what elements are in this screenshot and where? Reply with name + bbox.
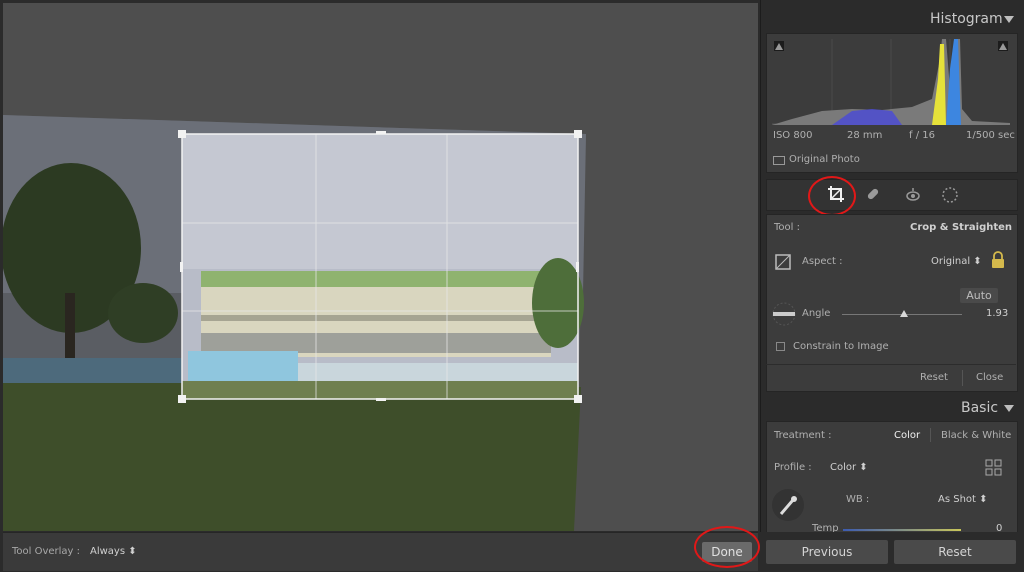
highlight-circle-crop [808, 176, 856, 216]
redeye-icon[interactable] [905, 186, 921, 202]
crop-divider [766, 364, 1016, 365]
image-canvas[interactable] [3, 3, 758, 531]
treatment-color-option[interactable]: Color [894, 430, 920, 441]
constrain-label: Constrain to Image [793, 341, 889, 352]
tool-overlay-select[interactable]: Always ⬍ [90, 546, 137, 557]
constrain-checkbox[interactable] [776, 342, 785, 351]
hist-focal: 28 mm [847, 130, 883, 141]
wb-select[interactable]: As Shot ⬍ [938, 494, 988, 505]
hist-shutter: 1/500 sec [966, 130, 1015, 141]
treatment-bw-option[interactable]: Black & White [941, 430, 1011, 441]
crop-close-button[interactable]: Close [976, 372, 1003, 383]
temp-slider-track[interactable] [843, 529, 961, 531]
original-photo-label: Original Photo [789, 154, 860, 165]
radial-filter-icon[interactable] [941, 186, 959, 204]
wb-label: WB : [846, 494, 870, 505]
lock-icon[interactable] [990, 251, 1006, 269]
photo-preview[interactable] [3, 3, 758, 531]
treatment-separator [930, 428, 931, 442]
treatment-label: Treatment : [774, 430, 832, 441]
angle-label: Angle [802, 308, 831, 319]
profile-label: Profile : [774, 462, 812, 473]
basic-collapse-icon[interactable] [1004, 405, 1014, 412]
basic-title: Basic [961, 400, 999, 416]
histogram-collapse-icon[interactable] [1004, 16, 1014, 23]
crop-panel [766, 214, 1018, 392]
angle-value[interactable]: 1.93 [986, 308, 1008, 319]
profile-browser-icon[interactable] [985, 459, 1003, 477]
wb-eyedropper-icon[interactable] [771, 488, 805, 522]
tool-label: Tool : [774, 222, 800, 233]
aspect-select[interactable]: Original ⬍ [931, 256, 982, 267]
crop-button-separator [962, 370, 963, 386]
auto-angle-button[interactable]: Auto [960, 288, 998, 303]
crop-reset-button[interactable]: Reset [920, 372, 948, 383]
hist-aperture: f / 16 [909, 130, 935, 141]
aspect-label: Aspect : [802, 256, 843, 267]
straighten-tool-icon[interactable] [771, 302, 797, 326]
tool-strip [766, 179, 1018, 211]
aspect-icon[interactable] [773, 252, 793, 272]
reset-button[interactable]: Reset [894, 540, 1016, 564]
angle-slider-thumb[interactable] [900, 310, 908, 317]
histogram-graph [772, 39, 1010, 125]
tool-value: Crop & Straighten [910, 222, 1013, 233]
previous-button[interactable]: Previous [766, 540, 888, 564]
crop-area[interactable] [182, 134, 584, 399]
highlight-circle-done [694, 526, 760, 568]
original-photo-icon [773, 156, 785, 165]
hist-iso: ISO 800 [773, 130, 813, 141]
profile-select[interactable]: Color ⬍ [830, 462, 868, 473]
heal-icon[interactable] [865, 186, 881, 202]
tool-overlay-label: Tool Overlay : [12, 546, 81, 557]
histogram-title: Histogram [930, 11, 1003, 27]
